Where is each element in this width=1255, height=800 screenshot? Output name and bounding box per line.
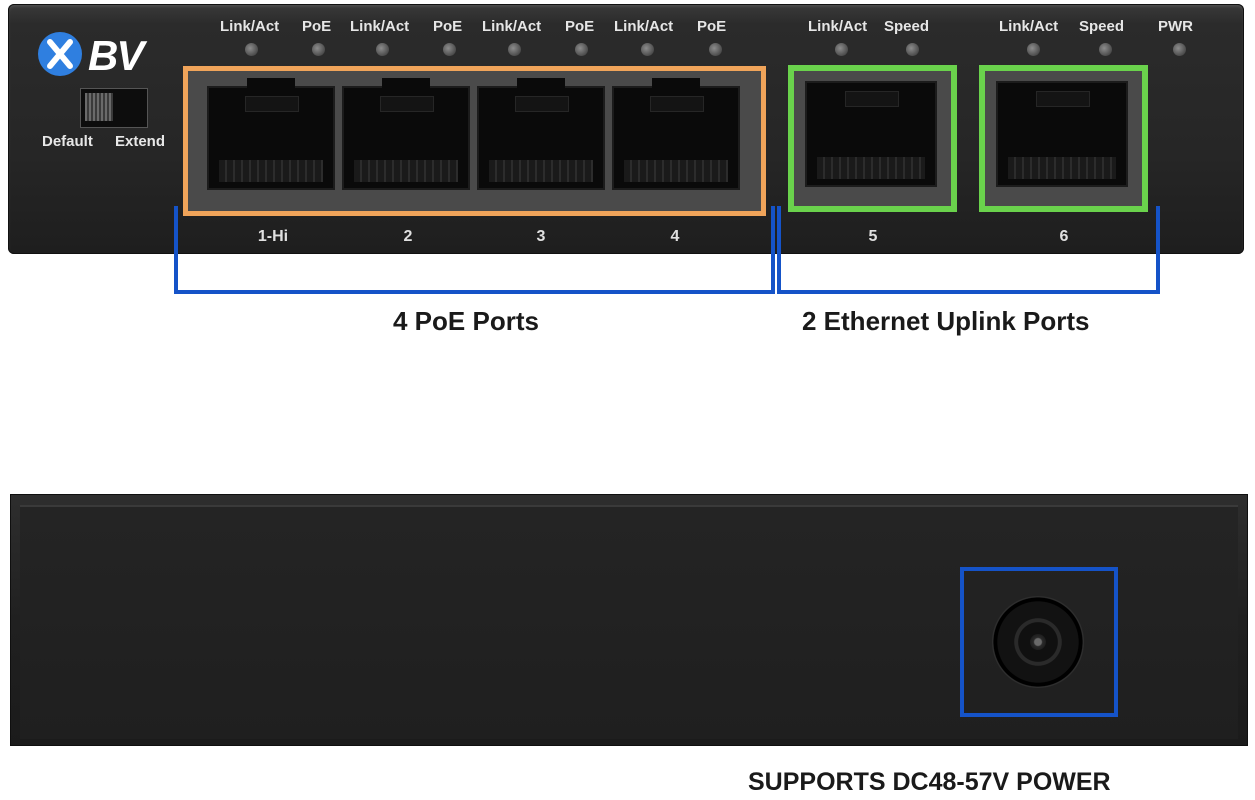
led-label: PoE: [302, 18, 332, 35]
led-indicator: [709, 43, 722, 56]
led-indicator: [245, 43, 258, 56]
led-label: Link/Act: [482, 18, 542, 35]
power-caption: SUPPORTS DC48-57V POWER: [748, 768, 1111, 796]
dc-jack-pin: [1030, 634, 1046, 650]
led-indicator: [1099, 43, 1112, 56]
led-indicator: [508, 43, 521, 56]
poe-ports-bracket: [174, 206, 775, 294]
led-indicator: [835, 43, 848, 56]
switch-label-extend: Extend: [115, 133, 166, 150]
led-indicator: [376, 43, 389, 56]
mode-switch[interactable]: [80, 88, 148, 128]
led-indicator: [575, 43, 588, 56]
led-label: Speed: [1079, 18, 1125, 35]
uplink-ports-caption: 2 Ethernet Uplink Ports: [802, 306, 1090, 336]
led-label: Link/Act: [220, 18, 280, 35]
led-label: PWR: [1158, 18, 1193, 35]
switch-label-default: Default: [42, 133, 93, 150]
rj45-port-2[interactable]: [342, 78, 470, 190]
led-indicator: [312, 43, 325, 56]
led-label: Link/Act: [808, 18, 868, 35]
led-indicator: [1173, 43, 1186, 56]
rj45-port-3[interactable]: [477, 78, 605, 190]
led-indicator: [906, 43, 919, 56]
rj45-port-5[interactable]: [805, 81, 937, 187]
rj45-port-4[interactable]: [612, 78, 740, 190]
rj45-port-1[interactable]: [207, 78, 335, 190]
led-label: PoE: [433, 18, 463, 35]
rj45-port-6[interactable]: [996, 81, 1128, 187]
led-label: PoE: [565, 18, 595, 35]
led-label: Speed: [884, 18, 930, 35]
led-label: Link/Act: [350, 18, 410, 35]
poe-ports-caption: 4 PoE Ports: [393, 306, 539, 336]
led-indicator: [443, 43, 456, 56]
led-indicator: [641, 43, 654, 56]
led-indicator: [1027, 43, 1040, 56]
led-label: Link/Act: [999, 18, 1059, 35]
led-label: PoE: [697, 18, 727, 35]
uplink-ports-bracket: [777, 206, 1160, 294]
led-label: Link/Act: [614, 18, 674, 35]
brand-logo-text: BV: [88, 32, 147, 79]
